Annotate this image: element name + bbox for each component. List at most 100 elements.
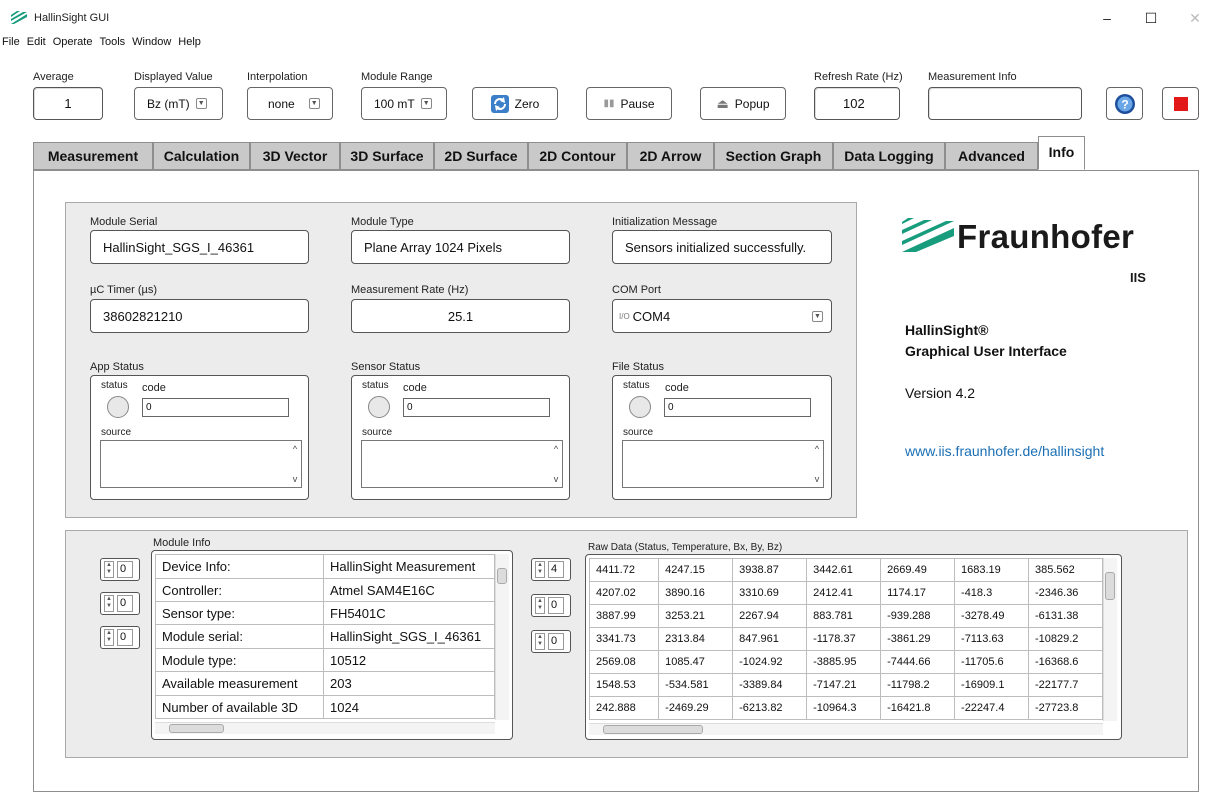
- minimize-button[interactable]: –: [1092, 10, 1122, 28]
- table-row: Number of available 3D 1024: [155, 695, 495, 719]
- menu-file[interactable]: File: [2, 36, 20, 48]
- scroll-down-icon[interactable]: v: [289, 474, 301, 484]
- sensor-status-led: [368, 396, 390, 418]
- app-status-code-label: code: [142, 382, 166, 394]
- module-info-index-spinner[interactable]: ▲ ▼ 0: [100, 558, 140, 581]
- average-input[interactable]: 1: [33, 87, 103, 120]
- svg-text:?: ?: [1121, 97, 1128, 111]
- app-status-source-label: source: [101, 427, 132, 438]
- raw-data-table-frame: 4411.72 4247.15 3938.87 3442.61 2669.49 1683.…: [585, 554, 1122, 740]
- spinner-arrows-icon[interactable]: ▲ ▼: [104, 595, 114, 612]
- spinner-arrows-icon[interactable]: ▲ ▼: [535, 633, 545, 650]
- init-message-field: Sensors initialized successfully.: [612, 230, 832, 264]
- module-info-hscroll[interactable]: [155, 722, 495, 734]
- help-button[interactable]: ?: [1106, 87, 1143, 120]
- com-port-label: COM Port: [612, 284, 661, 296]
- tab-data-logging[interactable]: Data Logging: [833, 142, 945, 170]
- spinner-arrows-icon[interactable]: ▲ ▼: [535, 597, 545, 614]
- raw-data-index-spinner[interactable]: ▲ ▼ 4: [531, 558, 571, 581]
- average-label: Average: [33, 71, 74, 83]
- table-row: 2569.08 1085.47 -1024.92 -3885.95 -7444.66 -1…: [588, 650, 1103, 674]
- fraunhofer-logo-sub: IIS: [1130, 270, 1146, 285]
- tab-info[interactable]: Info: [1038, 136, 1085, 170]
- scroll-down-icon[interactable]: v: [811, 474, 823, 484]
- module-range-dropdown[interactable]: 100 mT ▼: [361, 87, 447, 120]
- tab-advanced[interactable]: Advanced: [945, 142, 1038, 170]
- zero-button[interactable]: Zero: [472, 87, 558, 120]
- app-status-led: [107, 396, 129, 418]
- popup-button[interactable]: ⏏ Popup: [700, 87, 786, 120]
- uc-timer-label: µC Timer (µs): [90, 284, 158, 296]
- pause-icon: ▮▮: [603, 98, 615, 109]
- menu-operate[interactable]: Operate: [53, 36, 93, 48]
- scroll-up-icon[interactable]: ^: [289, 444, 301, 454]
- com-port-dropdown[interactable]: I/O COM4 ▼: [612, 299, 832, 333]
- close-button[interactable]: ✕: [1180, 10, 1210, 28]
- file-status-source-field[interactable]: [622, 440, 824, 488]
- module-serial-label: Module Serial: [90, 216, 158, 228]
- website-link[interactable]: www.iis.fraunhofer.de/hallinsight: [905, 443, 1104, 459]
- spinner-arrows-icon[interactable]: ▲ ▼: [104, 561, 114, 578]
- menu-edit[interactable]: Edit: [27, 36, 46, 48]
- raw-data-row-spinner[interactable]: ▲ ▼ 0: [531, 594, 571, 617]
- sensor-status-code-field[interactable]: 0: [403, 398, 550, 417]
- scroll-up-icon[interactable]: ^: [811, 444, 823, 454]
- menu-window[interactable]: Window: [132, 36, 171, 48]
- app-status-source-field[interactable]: [100, 440, 302, 488]
- module-info-col-spinner[interactable]: ▲ ▼ 0: [100, 626, 140, 649]
- stop-icon: [1173, 96, 1188, 111]
- tab-2d-surface[interactable]: 2D Surface: [434, 142, 528, 170]
- spinner-arrows-icon[interactable]: ▲ ▼: [104, 629, 114, 646]
- scroll-thumb[interactable]: [1105, 572, 1115, 600]
- scroll-down-icon[interactable]: v: [550, 474, 562, 484]
- displayed-value-dropdown[interactable]: Bz (mT) ▼: [134, 87, 223, 120]
- measurement-info-label: Measurement Info: [928, 71, 1017, 83]
- tab-calculation[interactable]: Calculation: [153, 142, 250, 170]
- pause-button[interactable]: ▮▮ Pause: [586, 87, 672, 120]
- table-row: 3341.73 2313.84 847.961 -1178.37 -3861.29 -71…: [588, 627, 1103, 651]
- tab-3d-vector[interactable]: 3D Vector: [250, 142, 340, 170]
- interpolation-dropdown[interactable]: none ▼: [247, 87, 333, 120]
- menu-tools[interactable]: Tools: [99, 36, 125, 48]
- scroll-thumb[interactable]: [169, 724, 224, 733]
- eject-icon: ⏏: [716, 95, 729, 111]
- raw-data-hscroll[interactable]: [589, 723, 1103, 735]
- menu-help[interactable]: Help: [178, 36, 201, 48]
- zero-label: Zero: [514, 96, 540, 111]
- menu-bar: File Edit Operate Tools Window Help: [0, 36, 208, 54]
- refresh-rate-label: Refresh Rate (Hz): [814, 71, 903, 83]
- scroll-up-icon[interactable]: ^: [550, 444, 562, 454]
- tab-2d-arrow[interactable]: 2D Arrow: [627, 142, 714, 170]
- app-status-label: App Status: [90, 361, 144, 373]
- table-row: 4207.02 3890.16 3310.69 2412.41 1174.17 -418.…: [588, 581, 1103, 605]
- tab-2d-contour[interactable]: 2D Contour: [528, 142, 627, 170]
- chevron-down-icon: ▼: [812, 311, 823, 322]
- tab-measurement[interactable]: Measurement: [33, 142, 153, 170]
- raw-data-label: Raw Data (Status, Temperature, Bx, By, B…: [588, 542, 783, 553]
- product-name: HallinSight®: [905, 322, 989, 338]
- app-status-code-field[interactable]: 0: [142, 398, 289, 417]
- scroll-thumb[interactable]: [497, 568, 507, 584]
- sensor-status-source-field[interactable]: [361, 440, 563, 488]
- refresh-icon: [490, 94, 509, 113]
- raw-data-col-spinner[interactable]: ▲ ▼ 0: [531, 630, 571, 653]
- product-description: Graphical User Interface: [905, 343, 1067, 359]
- module-range-text: 100 mT: [374, 96, 415, 111]
- file-status-code-field[interactable]: 0: [664, 398, 811, 417]
- sensor-status-code-label: code: [403, 382, 427, 394]
- raw-data-vscroll[interactable]: [1103, 558, 1117, 721]
- module-info-row-spinner[interactable]: ▲ ▼ 0: [100, 592, 140, 615]
- com-port-text: COM4: [632, 308, 671, 324]
- refresh-rate-input[interactable]: 102: [814, 87, 900, 120]
- file-status-source-label: source: [623, 427, 654, 438]
- spinner-arrows-icon[interactable]: ▲ ▼: [535, 561, 545, 578]
- sensor-status-status-label: status: [362, 380, 389, 391]
- stop-button[interactable]: [1162, 87, 1199, 120]
- tab-section-graph[interactable]: Section Graph: [714, 142, 833, 170]
- scroll-thumb[interactable]: [603, 725, 703, 734]
- uc-timer-field: 38602821210: [90, 299, 309, 333]
- tab-3d-surface[interactable]: 3D Surface: [340, 142, 434, 170]
- module-info-table: Device Info: HallinSight Measurement Cont…: [155, 554, 495, 719]
- maximize-button[interactable]: ☐: [1136, 10, 1166, 28]
- module-info-vscroll[interactable]: [495, 554, 509, 720]
